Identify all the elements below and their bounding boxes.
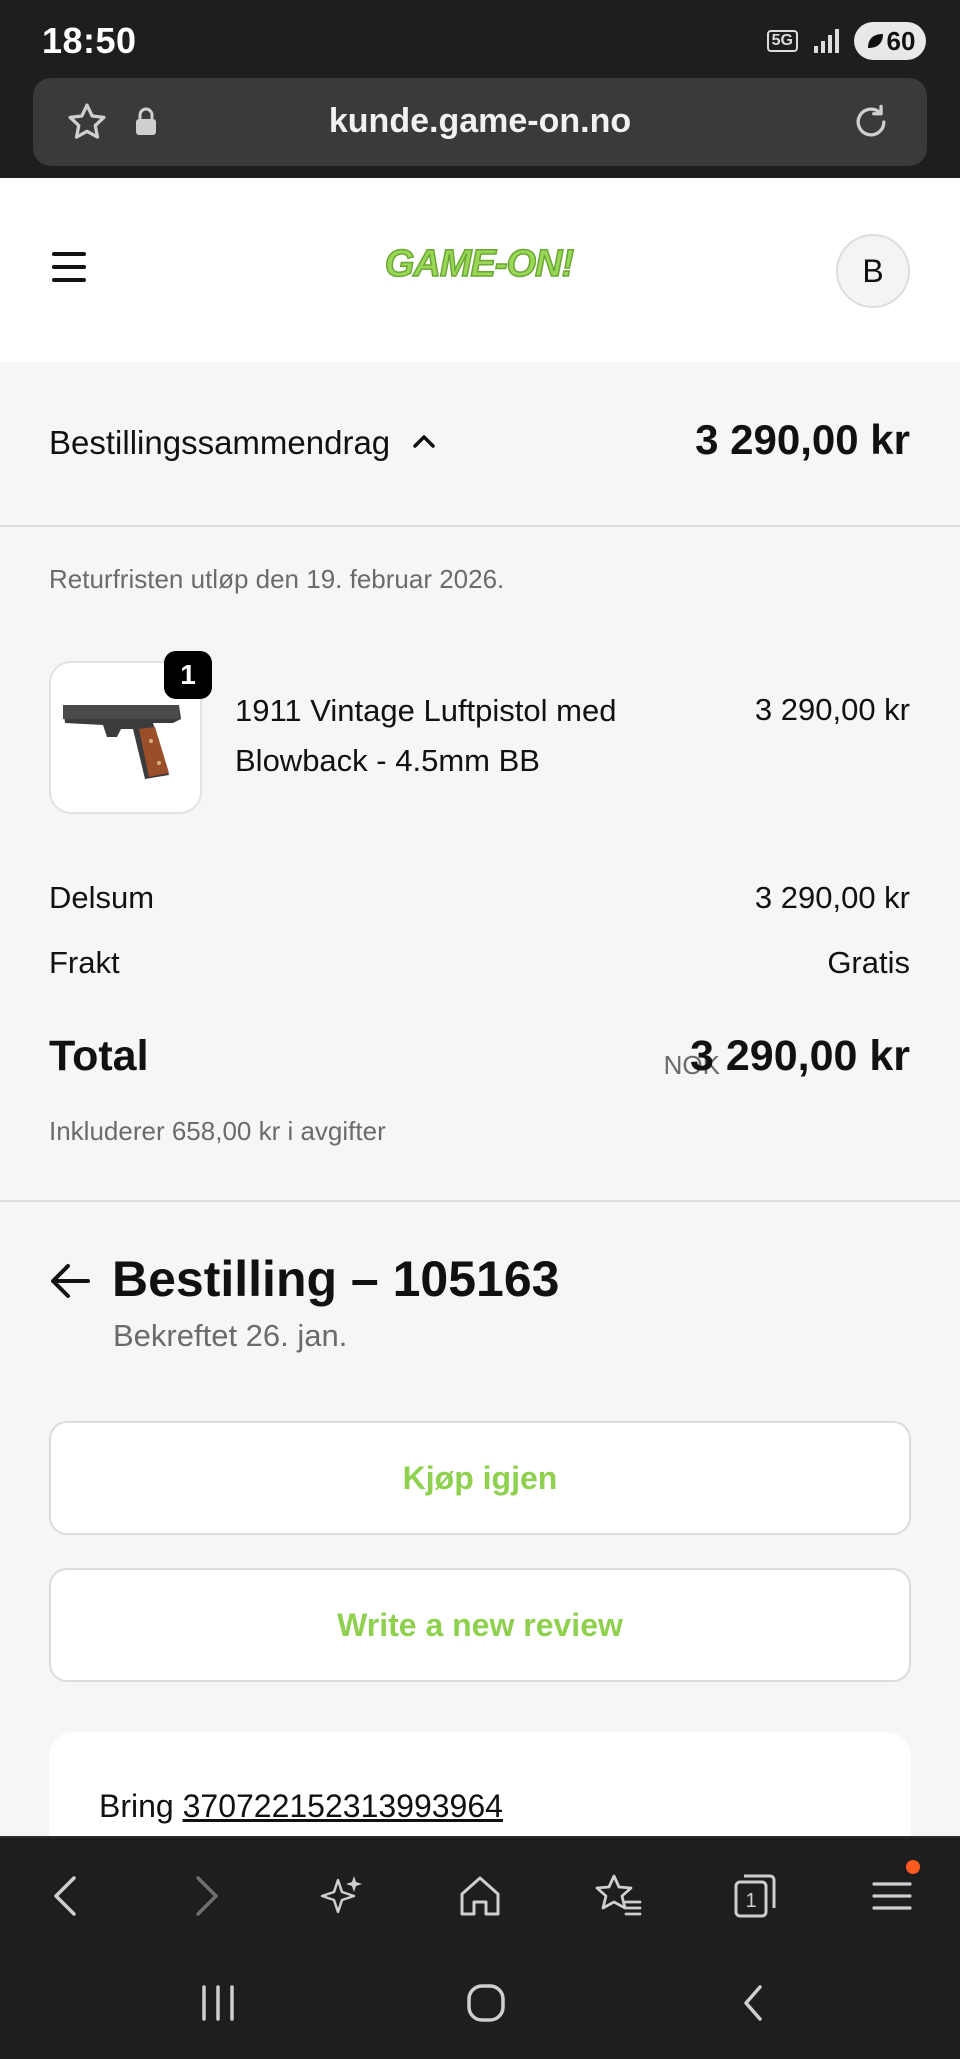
tracking-number-link[interactable]: 370722152313993964 <box>183 1788 503 1824</box>
url-bar[interactable]: kunde.game-on.no <box>33 78 927 166</box>
url-text[interactable]: kunde.game-on.no <box>33 102 927 141</box>
back-icon[interactable] <box>38 1868 94 1924</box>
system-back-icon[interactable] <box>726 1978 782 2028</box>
order-summary-label[interactable]: Bestillingssammendrag <box>49 424 390 462</box>
bookmarks-icon[interactable] <box>590 1868 646 1924</box>
order-summary-toggle[interactable]: Bestillingssammendrag 3 290,00 kr <box>0 362 960 527</box>
tax-note: Inkluderer 658,00 kr i avgifter <box>49 1116 386 1146</box>
network-type-icon: 5G <box>766 30 798 52</box>
total-label: Total <box>49 1032 149 1080</box>
carrier-name: Bring <box>99 1788 174 1824</box>
tracking-info: Bring 370722152313993964 <box>99 1788 503 1825</box>
shipping-label: Frakt <box>49 945 120 980</box>
home-icon[interactable] <box>452 1868 508 1924</box>
sparkle-icon[interactable] <box>314 1868 370 1924</box>
svg-text:GAME-ON!: GAME-ON! <box>385 243 574 285</box>
order-summary-total: 3 290,00 kr <box>695 416 910 463</box>
order-confirmed-date: Bekreftet 26. jan. <box>113 1318 348 1353</box>
arrow-left-icon[interactable] <box>49 1262 91 1300</box>
chevron-up-icon[interactable] <box>410 430 438 454</box>
home-circle-icon[interactable] <box>458 1978 514 2028</box>
product-price: 3 290,00 kr <box>754 692 910 727</box>
write-review-button[interactable]: Write a new review <box>49 1568 911 1682</box>
avatar[interactable]: B <box>836 234 910 308</box>
total-value: 3 290,00 kr <box>690 1032 910 1080</box>
battery-indicator: 60 <box>854 22 926 60</box>
order-title: Bestilling – 105163 <box>112 1251 560 1307</box>
leaf-icon <box>867 34 883 48</box>
browser-toolbar: 1 <box>0 1836 960 1948</box>
subtotal-label: Delsum <box>49 880 155 915</box>
tabs-count: 1 <box>745 1890 756 1912</box>
system-nav-bar <box>0 1948 960 2059</box>
site-header: GAME-ON! B <box>0 178 960 362</box>
status-indicators: 5G 60 <box>766 22 926 60</box>
hamburger-menu-icon[interactable] <box>52 252 86 282</box>
shipping-value: Gratis <box>827 945 910 980</box>
quantity-badge: 1 <box>164 651 212 699</box>
status-bar: 18:50 5G 60 <box>0 0 960 78</box>
buy-again-button[interactable]: Kjøp igjen <box>49 1421 911 1535</box>
game-on-logo[interactable]: GAME-ON! <box>366 236 592 292</box>
return-deadline-note: Returfristen utløp den 19. februar 2026. <box>49 564 505 594</box>
product-title: 1911 Vintage Luftpistol med Blowback - 4… <box>235 693 617 778</box>
menu-icon[interactable] <box>864 1860 920 1924</box>
status-time: 18:50 <box>42 20 137 61</box>
browser-top-bar: kunde.game-on.no <box>0 78 960 178</box>
reload-icon[interactable] <box>849 100 893 144</box>
subtotal-value: 3 290,00 kr <box>754 880 910 915</box>
recents-icon[interactable] <box>190 1978 246 2028</box>
divider <box>0 1200 960 1202</box>
forward-icon[interactable] <box>178 1868 234 1924</box>
tabs-icon[interactable]: 1 <box>726 1868 782 1924</box>
battery-level: 60 <box>886 25 916 56</box>
notification-dot <box>906 1860 920 1874</box>
signal-icon <box>814 29 839 53</box>
